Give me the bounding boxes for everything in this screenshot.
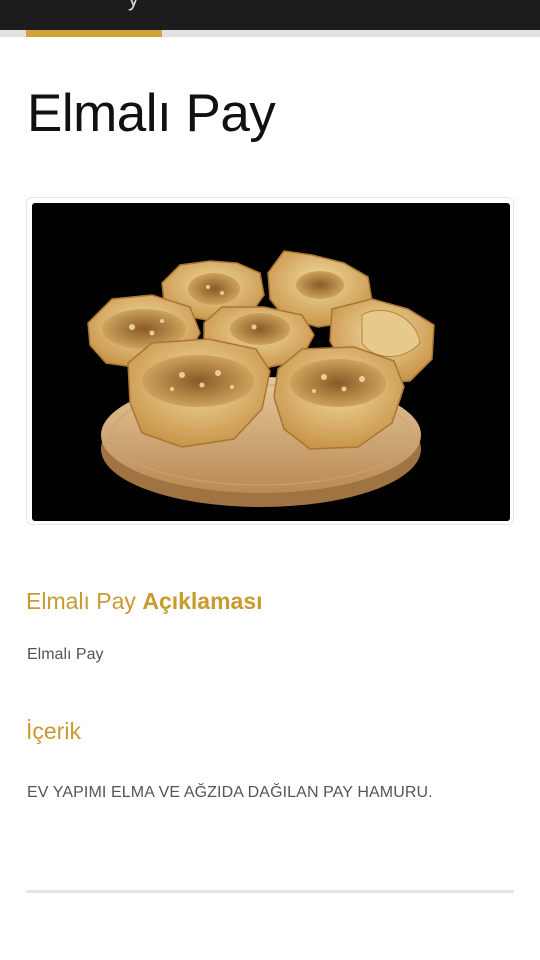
topbar-title-fragment: y: [128, 0, 139, 12]
scroll-progress-fill: [26, 30, 162, 37]
top-app-bar: y: [0, 0, 540, 30]
description-text: Elmalı Pay: [27, 646, 104, 663]
ingredients-heading: İçerik: [26, 718, 81, 744]
page-title: Elmalı Pay: [27, 84, 276, 143]
product-image[interactable]: [32, 203, 510, 521]
description-heading: Elmalı Pay Açıklaması: [26, 588, 263, 615]
product-image-card[interactable]: [26, 197, 514, 525]
description-heading-name: Elmalı Pay: [26, 588, 143, 614]
scroll-progress-bar: [0, 30, 540, 37]
apple-pie-illustration: [87, 250, 435, 507]
description-heading-label: Açıklaması: [142, 588, 263, 614]
ingredients-text: EV YAPIMI ELMA VE AĞZIDA DAĞILAN PAY HAM…: [27, 784, 433, 801]
section-divider: [26, 890, 514, 893]
